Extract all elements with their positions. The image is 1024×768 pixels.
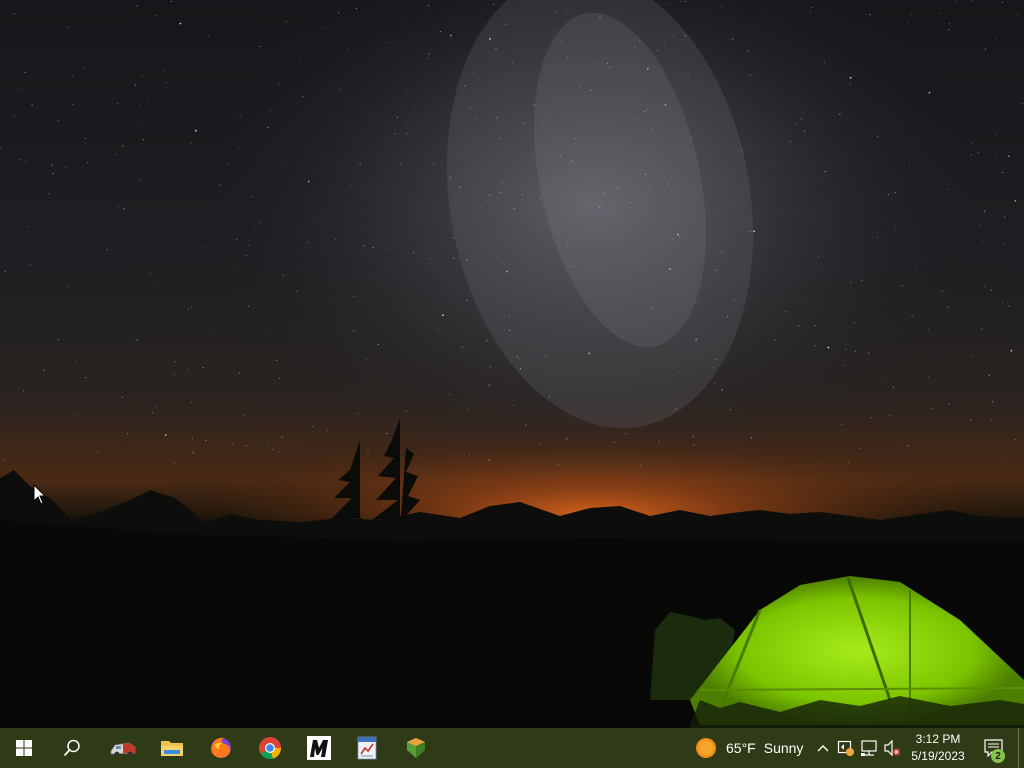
clock[interactable]: 3:12 PM 5/19/2023 xyxy=(904,730,972,766)
weather-condition: Sunny xyxy=(763,740,804,756)
firefox-icon xyxy=(211,737,231,758)
show-hidden-icons-button[interactable] xyxy=(812,728,834,768)
weather-widget[interactable]: 65°F Sunny xyxy=(690,728,808,768)
shield-package-icon xyxy=(407,738,425,758)
chevron-up-icon xyxy=(817,745,829,752)
mouse-cursor xyxy=(33,484,47,505)
security-icon xyxy=(837,740,854,756)
windows-logo-icon xyxy=(16,740,32,756)
taskbar-app-1[interactable] xyxy=(99,728,147,768)
sun-icon xyxy=(696,738,716,758)
search-button[interactable] xyxy=(48,728,96,768)
taskbar-file-explorer[interactable] xyxy=(148,728,196,768)
volume-muted-icon xyxy=(884,739,900,757)
network-icon xyxy=(861,740,877,756)
tray-volume-button[interactable] xyxy=(881,728,903,768)
wallpaper-image xyxy=(0,0,1024,728)
clock-date: 5/19/2023 xyxy=(911,749,965,763)
m-letter-icon xyxy=(307,736,331,760)
notification-count-badge: 2 xyxy=(991,749,1005,763)
taskbar: 65°F Sunny 3:12 PM 5/19/2023 xyxy=(0,728,1024,768)
chrome-icon xyxy=(259,737,281,760)
document-chart-icon xyxy=(357,736,377,760)
search-icon xyxy=(63,739,80,757)
desktop[interactable] xyxy=(0,0,1024,728)
rescue-vehicle-icon xyxy=(110,742,136,757)
tray-network-button[interactable] xyxy=(858,728,880,768)
clock-time: 3:12 PM xyxy=(915,732,961,746)
taskbar-app-3[interactable] xyxy=(392,728,440,768)
taskbar-chrome[interactable] xyxy=(246,728,294,768)
taskbar-app-2[interactable] xyxy=(343,728,391,768)
start-button[interactable] xyxy=(0,728,48,768)
tray-security-button[interactable] xyxy=(835,728,857,768)
taskbar-firefox[interactable] xyxy=(197,728,245,768)
folder-icon xyxy=(161,741,183,756)
show-desktop-button[interactable] xyxy=(1018,728,1024,768)
weather-temperature: 65°F xyxy=(726,740,756,756)
taskbar-app-m[interactable] xyxy=(295,728,343,768)
